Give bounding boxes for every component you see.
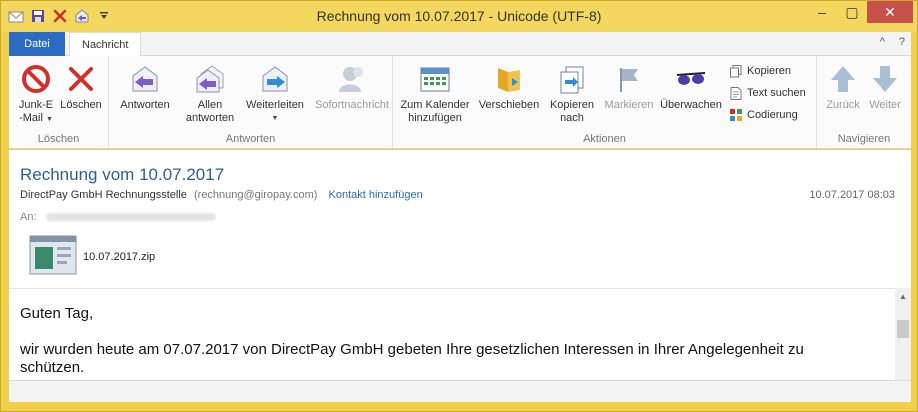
copy-to-label-2: nach <box>560 112 584 124</box>
copy-small-label: Kopieren <box>747 65 792 77</box>
encoding-label: Codierung <box>747 109 798 121</box>
reply-icon <box>128 62 162 96</box>
calendar-icon <box>418 62 452 96</box>
sender-line: DirectPay GmbH Rechnungsstelle (rechnung… <box>20 189 423 201</box>
sender-email: (rechnung@giropay.com) <box>193 189 318 201</box>
message-header: Rechnung vom 10.07.2017 DirectPay GmbH R… <box>9 150 911 288</box>
minimize-button[interactable]: – <box>807 1 837 23</box>
close-button[interactable]: ✕ <box>867 1 913 23</box>
group-loeschen: Junk-E -Mail ▼ Löschen Löschen <box>9 56 109 149</box>
message-body: Guten Tag, wir wurden heute am 07.07.201… <box>9 288 895 380</box>
back-label: Zurück <box>826 99 860 111</box>
zip-file-icon <box>29 235 77 278</box>
add-to-calendar-button[interactable]: Zum Kalender hinzufügen <box>397 62 473 125</box>
mark-label: Markieren <box>604 99 654 111</box>
reply-button[interactable]: Antworten <box>113 62 177 112</box>
instant-message-label: Sofortnachricht <box>315 99 389 111</box>
attachment-name: 10.07.2017.zip <box>83 250 156 263</box>
recipient-line: An: <box>20 211 216 223</box>
junk-mail-button[interactable]: Junk-E -Mail ▼ <box>15 62 57 126</box>
status-bar <box>9 380 911 402</box>
move-button[interactable]: Verschieben <box>475 62 543 112</box>
forward-icon <box>258 62 292 96</box>
body-line-2: schützen. <box>20 359 85 376</box>
ribbon: Junk-E -Mail ▼ Löschen Löschen Antworten <box>9 56 911 149</box>
message-datetime: 10.07.2017 08:03 <box>809 189 895 201</box>
reply-all-icon <box>193 62 227 96</box>
mail-window: Rechnung vom 10.07.2017 - Unicode (UTF-8… <box>0 0 918 412</box>
glasses-icon <box>674 62 708 96</box>
body-line-1: wir wurden heute am 07.07.2017 von Direc… <box>20 341 804 358</box>
group-label-aktionen: Aktionen <box>583 133 626 145</box>
instant-message-icon <box>335 62 369 96</box>
reply-all-label-1: Allen <box>197 99 223 111</box>
help-icon[interactable]: ? <box>899 36 905 48</box>
mark-button[interactable]: Markieren <box>601 62 657 112</box>
copy-to-button[interactable]: Kopieren nach <box>543 62 601 125</box>
copy-small-button[interactable]: Kopieren <box>729 64 791 78</box>
reply-all-label-2: antworten <box>185 112 235 124</box>
attachment[interactable]: 10.07.2017.zip <box>29 235 155 278</box>
junk-icon <box>19 62 53 96</box>
ribbon-tabs: Datei Nachricht ^ ? <box>9 32 911 57</box>
window-title: Rechnung vom 10.07.2017 - Unicode (UTF-8… <box>316 8 602 24</box>
recipient-redacted <box>45 213 216 222</box>
group-label-navigieren: Navigieren <box>837 133 891 145</box>
junk-dropdown-icon: ▼ <box>45 116 53 123</box>
next-label: Weiter <box>869 99 901 111</box>
tab-file[interactable]: Datei <box>9 32 65 56</box>
find-text-button[interactable]: Text suchen <box>729 86 806 100</box>
copy-icon <box>729 64 743 78</box>
back-button[interactable]: Zurück <box>821 62 865 112</box>
find-text-icon <box>729 86 743 100</box>
group-antworten: Antworten Allen antworten Weiterleiten ▼ <box>109 56 393 149</box>
scroll-thumb[interactable] <box>897 320 909 338</box>
move-label: Verschieben <box>478 99 540 111</box>
group-label-antworten: Antworten <box>225 133 276 145</box>
instant-message-button[interactable]: Sofortnachricht <box>311 62 393 112</box>
scroll-up-icon[interactable]: ▲ <box>895 288 911 304</box>
maximize-button[interactable]: ▢ <box>837 1 867 23</box>
flag-icon <box>612 62 646 96</box>
title-bar: Rechnung vom 10.07.2017 - Unicode (UTF-8… <box>1 1 917 32</box>
group-navigieren: Zurück Weiter Navigieren <box>817 56 911 149</box>
encoding-icon <box>729 108 743 122</box>
to-label: An: <box>20 211 37 223</box>
calendar-label-2: hinzufügen <box>408 112 462 124</box>
group-label-loeschen: Löschen <box>37 133 80 145</box>
delete-button[interactable]: Löschen <box>59 62 103 112</box>
watch-label: Überwachen <box>660 99 722 111</box>
find-text-label: Text suchen <box>747 87 806 99</box>
folder-icon <box>492 62 526 96</box>
arrow-down-icon <box>868 62 902 96</box>
group-aktionen: Zum Kalender hinzufügen Verschieben Kopi… <box>393 56 817 149</box>
copy-to-icon <box>555 62 589 96</box>
body-scrollbar[interactable]: ▲ <box>895 288 911 380</box>
body-greeting: Guten Tag, <box>20 305 94 322</box>
next-button[interactable]: Weiter <box>863 62 907 112</box>
reply-label: Antworten <box>120 99 170 111</box>
reply-all-button[interactable]: Allen antworten <box>179 62 241 125</box>
encoding-button[interactable]: Codierung <box>729 108 798 122</box>
copy-to-label-1: Kopieren <box>549 99 595 111</box>
watch-button[interactable]: Überwachen <box>657 62 725 112</box>
sender-name[interactable]: DirectPay GmbH Rechnungsstelle <box>20 189 187 201</box>
forward-label: Weiterleiten <box>246 99 304 111</box>
forward-dropdown-icon: ▼ <box>271 115 279 122</box>
window-controls: – ▢ ✕ <box>807 1 913 23</box>
junk-label-1: Junk-E <box>18 99 54 111</box>
delete-icon <box>64 62 98 96</box>
ribbon-tab-controls: ^ ? <box>880 36 905 48</box>
arrow-up-icon <box>826 62 860 96</box>
message-subject: Rechnung vom 10.07.2017 <box>20 165 225 184</box>
junk-label-2: -Mail <box>19 112 43 124</box>
add-contact-link[interactable]: Kontakt hinzufügen <box>329 189 423 201</box>
forward-button[interactable]: Weiterleiten ▼ <box>241 62 309 125</box>
calendar-label-1: Zum Kalender <box>400 99 470 111</box>
tab-message[interactable]: Nachricht <box>69 32 142 57</box>
collapse-ribbon-icon[interactable]: ^ <box>880 36 885 48</box>
delete-label: Löschen <box>60 99 102 111</box>
